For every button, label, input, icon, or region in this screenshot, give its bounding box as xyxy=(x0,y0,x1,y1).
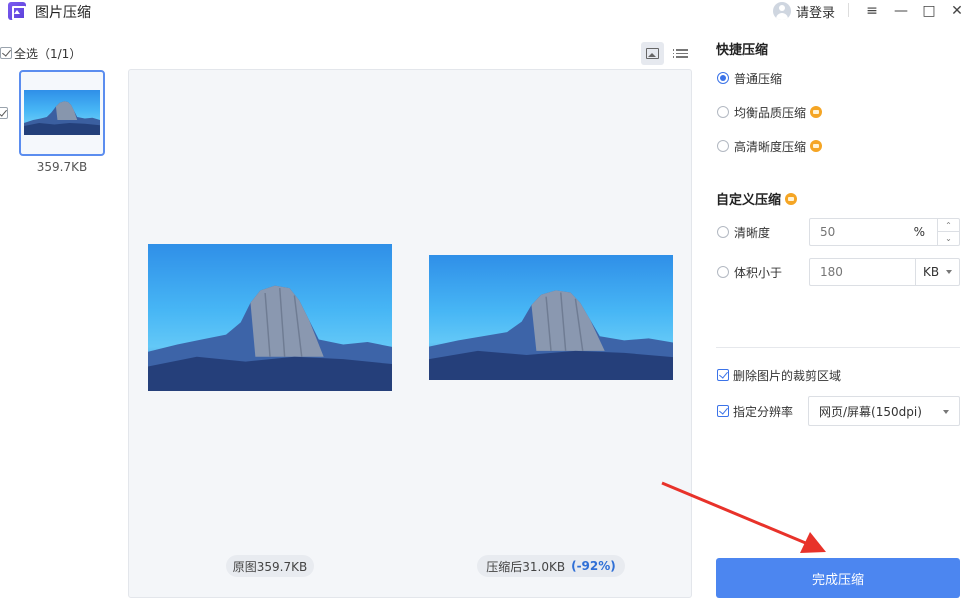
compressed-size-text: 压缩后31.0KB xyxy=(486,559,566,574)
maximize-icon[interactable]: □ xyxy=(917,0,941,22)
compressed-image xyxy=(429,255,673,380)
checkbox-checked-icon xyxy=(717,369,729,381)
app-title: 图片压缩 xyxy=(35,5,91,21)
radio-normal-compress[interactable]: 普通压缩 xyxy=(717,70,782,86)
clarity-input-box: % ⌃ ⌄ xyxy=(809,218,960,246)
original-size-label: 原图359.7KB xyxy=(226,555,314,577)
radio-label: 体积小于 xyxy=(734,265,783,280)
list-view-icon xyxy=(672,49,688,51)
close-icon[interactable]: ✕ xyxy=(945,0,969,22)
radio-hd-compress[interactable]: 高清晰度压缩 xyxy=(717,138,823,154)
titlebar-separator xyxy=(848,3,849,17)
chevron-down-icon xyxy=(943,410,949,414)
size-limit-input-box: KB xyxy=(809,258,960,286)
compressed-size-label: 压缩后31.0KB (-92%) xyxy=(477,555,625,577)
select-all-check-icon xyxy=(0,47,12,59)
resolution-select[interactable]: 网页/屏幕(150dpi) xyxy=(808,396,960,426)
size-unit-select[interactable]: KB xyxy=(915,259,959,285)
app-logo-icon xyxy=(8,2,26,20)
list-view-toggle[interactable] xyxy=(670,42,693,65)
radio-icon xyxy=(717,106,729,118)
compression-percent: (-92%) xyxy=(571,559,616,573)
image-view-toggle[interactable] xyxy=(641,42,664,65)
list-view-icon-line xyxy=(672,52,688,55)
radio-clarity[interactable]: 清晰度 xyxy=(717,224,770,240)
login-label: 请登录 xyxy=(796,5,836,21)
preview-area: 原图359.7KB 压缩后31.0KB (-92%) xyxy=(128,69,692,598)
remove-crop-checkbox[interactable]: 删除图片的裁剪区域 xyxy=(717,367,841,383)
resolution-value: 网页/屏幕(150dpi) xyxy=(819,404,922,419)
select-all-checkbox[interactable]: 全选（1/1） xyxy=(0,45,81,61)
radio-icon xyxy=(717,226,729,238)
thumbnail-checkbox[interactable] xyxy=(0,107,8,119)
section-divider xyxy=(716,347,960,348)
clarity-stepper: ⌃ ⌄ xyxy=(937,219,959,245)
resolution-checkbox[interactable]: 指定分辨率 xyxy=(717,403,793,419)
image-view-icon xyxy=(646,48,659,59)
remove-crop-label: 删除图片的裁剪区域 xyxy=(733,368,842,383)
original-image xyxy=(148,244,392,391)
vip-crown-icon xyxy=(810,106,823,118)
menu-icon[interactable]: ≡ xyxy=(860,0,884,22)
avatar-icon xyxy=(773,2,791,20)
chevron-down-icon xyxy=(946,270,953,274)
resolution-label: 指定分辨率 xyxy=(733,404,794,419)
vip-crown-icon xyxy=(785,192,798,205)
stepper-up-icon[interactable]: ⌃ xyxy=(938,219,959,232)
custom-compress-title: 自定义压缩 xyxy=(716,189,798,208)
radio-label: 普通压缩 xyxy=(734,71,783,86)
quick-compress-title: 快捷压缩 xyxy=(716,43,769,58)
clarity-unit: % xyxy=(913,225,925,239)
radio-balanced-compress[interactable]: 均衡品质压缩 xyxy=(717,104,823,120)
radio-label: 均衡品质压缩 xyxy=(734,105,807,120)
size-unit-value: KB xyxy=(923,265,940,279)
radio-icon xyxy=(717,266,729,278)
thumbnail-size: 359.7KB xyxy=(36,160,88,174)
radio-icon xyxy=(717,140,729,152)
finish-compress-button[interactable]: 完成压缩 xyxy=(716,558,960,598)
radio-size-limit[interactable]: 体积小于 xyxy=(717,264,782,280)
list-view-icon-line xyxy=(672,56,688,58)
radio-label: 清晰度 xyxy=(734,225,771,240)
login-button[interactable]: 请登录 xyxy=(773,0,835,22)
image-thumbnail[interactable] xyxy=(19,70,105,156)
select-all-label: 全选（1/1） xyxy=(14,46,82,61)
custom-compress-label: 自定义压缩 xyxy=(716,193,782,208)
title-bar: 图片压缩 请登录 ≡ — □ ✕ xyxy=(0,0,970,22)
radio-label: 高清晰度压缩 xyxy=(734,139,807,154)
stepper-down-icon[interactable]: ⌄ xyxy=(938,232,959,245)
radio-selected-icon xyxy=(717,72,729,84)
checkbox-checked-icon xyxy=(717,405,729,417)
vip-crown-icon xyxy=(810,140,823,152)
thumbnail-image xyxy=(24,90,100,135)
minimize-icon[interactable]: — xyxy=(889,0,913,22)
